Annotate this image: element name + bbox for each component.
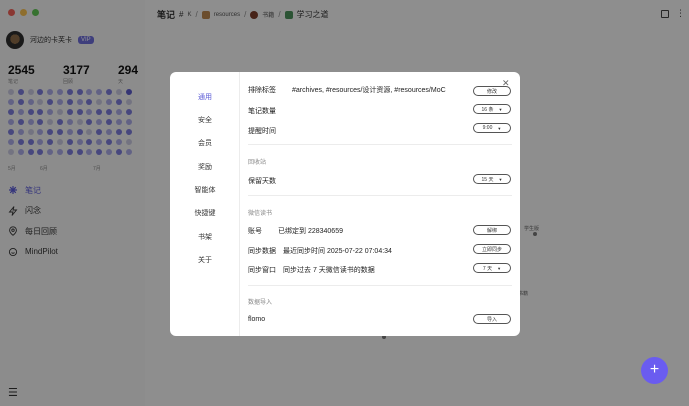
chevron-down-icon: ▼	[498, 176, 503, 182]
settings-tab-about[interactable]: 关于	[170, 255, 240, 265]
select-value: 9:00	[482, 125, 493, 131]
edit-exclude-button[interactable]: 修改	[473, 86, 511, 96]
chevron-down-icon: ▼	[497, 125, 502, 131]
row-label: 账号	[248, 228, 262, 235]
select-value: 16 条	[481, 106, 494, 113]
settings-dialog: 通用 安全 会员 奖励 智能体 快捷键 书架 关于 ✕ 排除标签 #archive…	[170, 72, 520, 336]
keep-days-select[interactable]: 15 天 ▼	[473, 174, 511, 184]
import-flomo-button[interactable]: 导入	[473, 314, 511, 324]
settings-tab-membership[interactable]: 会员	[170, 138, 240, 148]
sync-now-button[interactable]: 立即同步	[473, 244, 511, 254]
row-label: 同步窗口	[248, 267, 276, 274]
settings-content: 排除标签 #archives, #resources/设计资源, #resourc…	[240, 72, 520, 336]
settings-nav: 通用 安全 会员 奖励 智能体 快捷键 书架 关于	[170, 72, 240, 336]
chevron-down-icon: ▼	[498, 106, 503, 112]
section-recycle: 回收站	[248, 160, 267, 166]
row-label: 保留天数	[248, 178, 276, 185]
row-value: 最近同步时间 2025-07-22 07:04:34	[283, 248, 392, 255]
divider	[248, 195, 512, 196]
settings-tab-agent[interactable]: 智能体	[170, 185, 240, 195]
unbind-button[interactable]: 解绑	[473, 225, 511, 235]
settings-tab-bookshelf[interactable]: 书架	[170, 232, 240, 242]
row-label: flomo	[248, 316, 266, 323]
row-value: 已绑定到 228340659	[278, 228, 343, 235]
row-value: #archives, #resources/设计资源, #resources/M…	[292, 87, 446, 94]
divider	[248, 144, 512, 145]
row-label: 排除标签	[248, 87, 276, 94]
note-count-select[interactable]: 16 条 ▼	[473, 104, 511, 114]
row-label: 同步数据	[248, 248, 276, 255]
settings-tab-security[interactable]: 安全	[170, 115, 240, 125]
select-value: 7 天	[482, 265, 493, 272]
sync-window-select[interactable]: 7 天 ▼	[473, 263, 511, 273]
settings-tab-general[interactable]: 通用	[170, 92, 240, 102]
row-label: 笔记数量	[248, 108, 276, 115]
chevron-down-icon: ▼	[497, 265, 502, 271]
settings-tab-shortcuts[interactable]: 快捷键	[170, 208, 240, 218]
row-label: 提醒时间	[248, 128, 276, 135]
divider	[248, 285, 512, 286]
row-value: 同步过去 7 天微信读书的数据	[283, 267, 375, 274]
remind-time-select[interactable]: 9:00 ▼	[473, 123, 511, 133]
add-note-button[interactable]: +	[641, 357, 668, 384]
settings-tab-rewards[interactable]: 奖励	[170, 162, 240, 172]
section-import: 数据导入	[248, 300, 273, 306]
select-value: 15 天	[481, 176, 494, 183]
section-weread: 微信读书	[248, 211, 273, 217]
